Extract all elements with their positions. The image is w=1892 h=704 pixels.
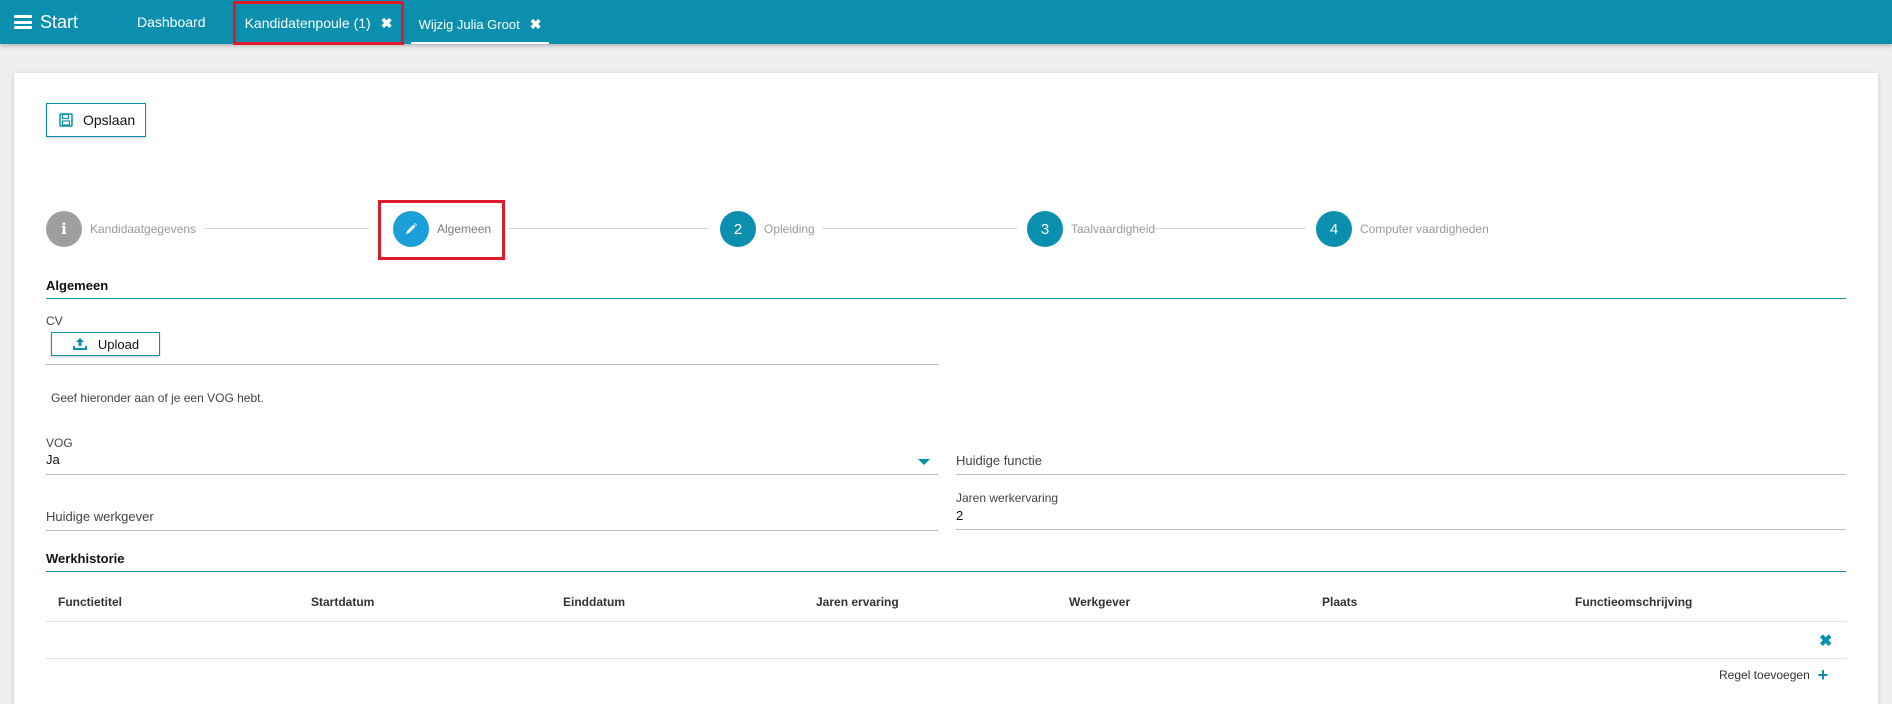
tab-dashboard[interactable]: Dashboard (137, 0, 206, 44)
huidige-functie-underline (956, 474, 1846, 475)
upload-button-label: Upload (97, 336, 140, 352)
floppy-disk-icon (59, 113, 73, 127)
cv-label: CV (46, 314, 63, 328)
table-row-divider (46, 658, 1846, 659)
tab-label: Wijzig Julia Groot (418, 16, 520, 32)
stepper-connector (509, 228, 709, 229)
step-label: Algemeen (437, 222, 492, 236)
close-icon[interactable]: ✖ (530, 16, 542, 33)
jaren-werkervaring-label: Jaren werkervaring (956, 491, 1059, 505)
step-label: Computer vaardigheden (1360, 222, 1489, 236)
table-row-divider (46, 621, 1846, 622)
step-number-badge: 3 (1027, 211, 1063, 247)
step-computer-vaardigheden[interactable]: 4 Computer vaardigheden (1316, 211, 1489, 247)
tab-wijzig-julia-groot[interactable]: Wijzig Julia Groot ✖ (411, 6, 549, 44)
section-divider (46, 571, 1846, 572)
step-taalvaardigheid[interactable]: 3 Taalvaardigheid (1027, 211, 1155, 247)
start-menu-label: Start (40, 11, 79, 32)
step-opleiding[interactable]: 2 Opleiding (720, 211, 815, 247)
stepper-connector (204, 228, 369, 229)
step-number-badge: 2 (720, 211, 756, 247)
jaren-werkervaring-underline (956, 529, 1846, 530)
column-header-werkgever[interactable]: Werkgever (1069, 595, 1130, 609)
stepper-connector (1154, 228, 1306, 229)
info-icon: i (46, 211, 82, 247)
chevron-down-icon[interactable] (918, 459, 930, 465)
column-header-functietitel[interactable]: Functietitel (58, 595, 122, 609)
column-header-einddatum[interactable]: Einddatum (563, 595, 625, 609)
column-header-functieomschrijving[interactable]: Functieomschrijving (1575, 595, 1692, 609)
delete-row-icon[interactable]: ✖ (1819, 631, 1832, 651)
step-number-badge: 4 (1316, 211, 1352, 247)
hamburger-icon (14, 15, 32, 29)
save-button[interactable]: Opslaan (46, 103, 146, 137)
cv-field-underline (46, 364, 938, 365)
step-kandidaatgegevens[interactable]: i Kandidaatgegevens (46, 211, 196, 247)
add-row-button[interactable]: Regel toevoegen + (1719, 665, 1829, 685)
top-bar: Start Dashboard Kandidatenpoule (1) ✖ Wi… (0, 0, 1892, 45)
pencil-icon (393, 211, 429, 247)
save-button-label: Opslaan (83, 112, 136, 128)
close-icon[interactable]: ✖ (381, 15, 393, 32)
vog-label: VOG (46, 436, 73, 450)
upload-button[interactable]: Upload (51, 332, 160, 356)
vog-field-underline (46, 474, 938, 475)
column-header-startdatum[interactable]: Startdatum (311, 595, 374, 609)
section-title-werkhistorie: Werkhistorie (46, 551, 125, 566)
vog-value: Ja (46, 452, 60, 467)
step-algemeen[interactable]: Algemeen (393, 211, 491, 247)
step-label: Opleiding (764, 222, 815, 236)
tab-label: Dashboard (137, 14, 206, 30)
add-row-label: Regel toevoegen (1719, 668, 1810, 682)
tab-label: Kandidatenpoule (1) (244, 15, 371, 31)
stepper-connector (822, 228, 1017, 229)
section-title-algemeen: Algemeen (46, 278, 109, 293)
huidige-werkgever-label: Huidige werkgever (46, 509, 154, 524)
jaren-werkervaring-value: 2 (956, 508, 964, 523)
section-divider (46, 298, 1846, 299)
huidige-werkgever-underline (46, 530, 938, 531)
plus-icon: + (1817, 665, 1829, 685)
upload-icon (72, 338, 87, 350)
column-header-plaats[interactable]: Plaats (1322, 595, 1357, 609)
step-label: Taalvaardigheid (1071, 222, 1156, 236)
tab-kandidatenpoule[interactable]: Kandidatenpoule (1) ✖ (233, 1, 404, 45)
start-menu-button[interactable]: Start (14, 10, 78, 34)
form-card: Opslaan i Kandidaatgegevens Algemeen 2 O… (14, 73, 1878, 704)
huidige-functie-label: Huidige functie (956, 453, 1042, 468)
step-label: Kandidaatgegevens (90, 222, 197, 236)
column-header-jaren-ervaring[interactable]: Jaren ervaring (816, 595, 899, 609)
vog-hint-text: Geef hieronder aan of je een VOG hebt. (51, 391, 264, 405)
